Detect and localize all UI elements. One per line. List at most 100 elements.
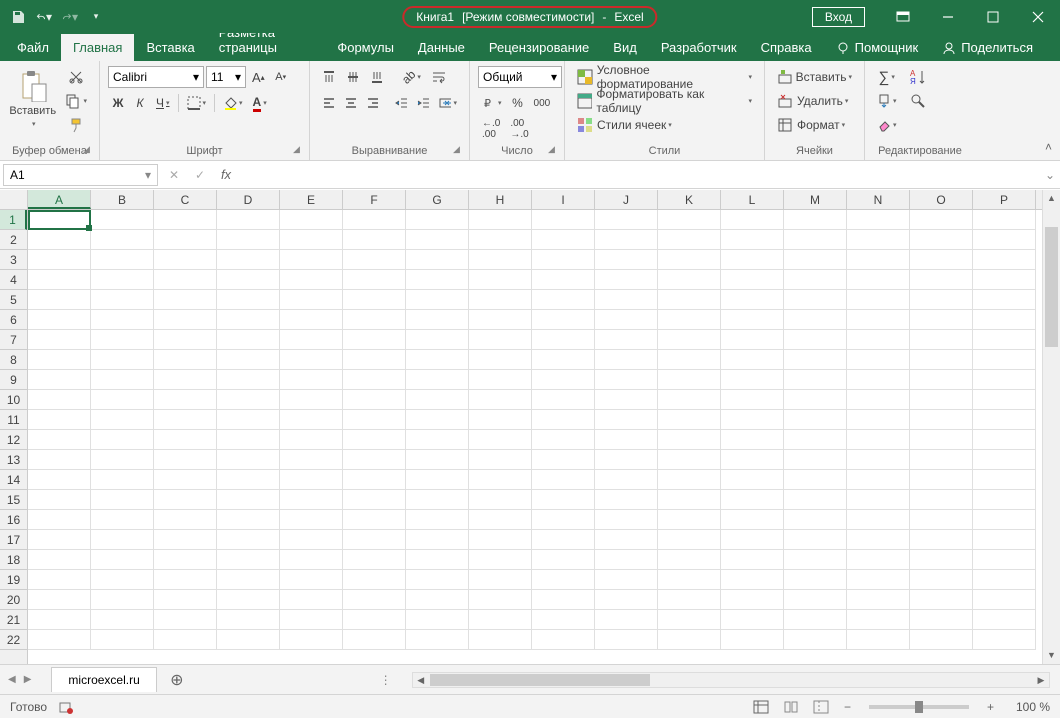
cell[interactable] <box>910 570 973 590</box>
cell[interactable] <box>532 370 595 390</box>
cell[interactable] <box>595 430 658 450</box>
font-color-button[interactable]: А▾ <box>249 92 271 114</box>
cell[interactable] <box>532 610 595 630</box>
cell[interactable] <box>721 230 784 250</box>
tab-formulas[interactable]: Формулы <box>325 34 406 61</box>
cell[interactable] <box>973 370 1036 390</box>
clear-button[interactable]: ▾ <box>873 114 901 136</box>
cell[interactable] <box>847 490 910 510</box>
cell[interactable] <box>658 310 721 330</box>
cell[interactable] <box>721 610 784 630</box>
col-header[interactable]: A <box>28 190 91 209</box>
row-header[interactable]: 15 <box>0 490 27 510</box>
cell[interactable] <box>910 530 973 550</box>
cell[interactable] <box>343 270 406 290</box>
tab-insert[interactable]: Вставка <box>134 34 206 61</box>
cell[interactable] <box>910 550 973 570</box>
cell[interactable] <box>217 410 280 430</box>
cell[interactable] <box>280 430 343 450</box>
cell[interactable] <box>343 570 406 590</box>
cell[interactable] <box>595 270 658 290</box>
tab-developer[interactable]: Разработчик <box>649 34 749 61</box>
cell[interactable] <box>280 530 343 550</box>
cell[interactable] <box>406 550 469 570</box>
cell[interactable] <box>469 290 532 310</box>
cell[interactable] <box>343 210 406 230</box>
cell[interactable] <box>280 510 343 530</box>
cell[interactable] <box>406 510 469 530</box>
cell[interactable] <box>154 610 217 630</box>
decrease-font-button[interactable]: A▾ <box>271 66 291 88</box>
cell[interactable] <box>406 530 469 550</box>
cell[interactable] <box>406 590 469 610</box>
cell[interactable] <box>973 430 1036 450</box>
cell[interactable] <box>784 430 847 450</box>
cell[interactable] <box>910 410 973 430</box>
row-header[interactable]: 6 <box>0 310 27 330</box>
enter-formula-icon[interactable]: ✓ <box>187 164 213 186</box>
cell[interactable] <box>217 450 280 470</box>
cell[interactable] <box>406 210 469 230</box>
cell[interactable] <box>721 510 784 530</box>
cell[interactable] <box>784 630 847 650</box>
cell[interactable] <box>469 370 532 390</box>
cell[interactable] <box>532 330 595 350</box>
cell[interactable] <box>406 350 469 370</box>
qat-customize-icon[interactable]: ▾ <box>88 9 104 25</box>
cell[interactable] <box>658 630 721 650</box>
align-center-button[interactable] <box>340 92 360 114</box>
cell[interactable] <box>595 490 658 510</box>
cell[interactable] <box>973 230 1036 250</box>
row-header[interactable]: 16 <box>0 510 27 530</box>
cell[interactable] <box>469 570 532 590</box>
cell[interactable] <box>595 470 658 490</box>
cell[interactable] <box>280 330 343 350</box>
row-header[interactable]: 10 <box>0 390 27 410</box>
cell[interactable] <box>343 290 406 310</box>
cell[interactable] <box>469 590 532 610</box>
cell[interactable] <box>532 570 595 590</box>
autosum-button[interactable]: ∑▾ <box>873 66 901 88</box>
cell[interactable] <box>532 390 595 410</box>
tab-data[interactable]: Данные <box>406 34 477 61</box>
cell[interactable] <box>595 550 658 570</box>
insert-function-icon[interactable]: fx <box>213 164 239 186</box>
cell[interactable] <box>784 530 847 550</box>
row-header[interactable]: 22 <box>0 630 27 650</box>
col-header[interactable]: E <box>280 190 343 209</box>
cell[interactable] <box>28 290 91 310</box>
cell[interactable] <box>154 490 217 510</box>
cell[interactable] <box>847 390 910 410</box>
cell[interactable] <box>847 210 910 230</box>
comma-button[interactable]: 000 <box>530 92 555 114</box>
cell[interactable] <box>154 470 217 490</box>
cell[interactable] <box>784 470 847 490</box>
cell[interactable] <box>658 570 721 590</box>
cell[interactable] <box>847 430 910 450</box>
cell[interactable] <box>343 530 406 550</box>
cell[interactable] <box>28 590 91 610</box>
cell[interactable] <box>406 310 469 330</box>
cell[interactable] <box>28 410 91 430</box>
cell[interactable] <box>847 370 910 390</box>
col-header[interactable]: I <box>532 190 595 209</box>
cell[interactable] <box>784 490 847 510</box>
cell[interactable] <box>910 270 973 290</box>
cell[interactable] <box>910 230 973 250</box>
cell[interactable] <box>91 250 154 270</box>
ribbon-display-icon[interactable] <box>880 0 925 33</box>
cell[interactable] <box>910 210 973 230</box>
cell[interactable] <box>847 250 910 270</box>
cell[interactable] <box>784 390 847 410</box>
cell[interactable] <box>532 250 595 270</box>
accounting-button[interactable]: ₽▾ <box>478 92 506 114</box>
font-size-combo[interactable]: 11▾ <box>206 66 246 88</box>
share-button[interactable]: Поделиться <box>930 34 1045 61</box>
cell[interactable] <box>217 470 280 490</box>
cell[interactable] <box>217 390 280 410</box>
add-sheet-icon[interactable]: ⊕ <box>165 668 189 692</box>
cell[interactable] <box>406 270 469 290</box>
cell[interactable] <box>658 230 721 250</box>
cell[interactable] <box>721 390 784 410</box>
col-header[interactable]: L <box>721 190 784 209</box>
